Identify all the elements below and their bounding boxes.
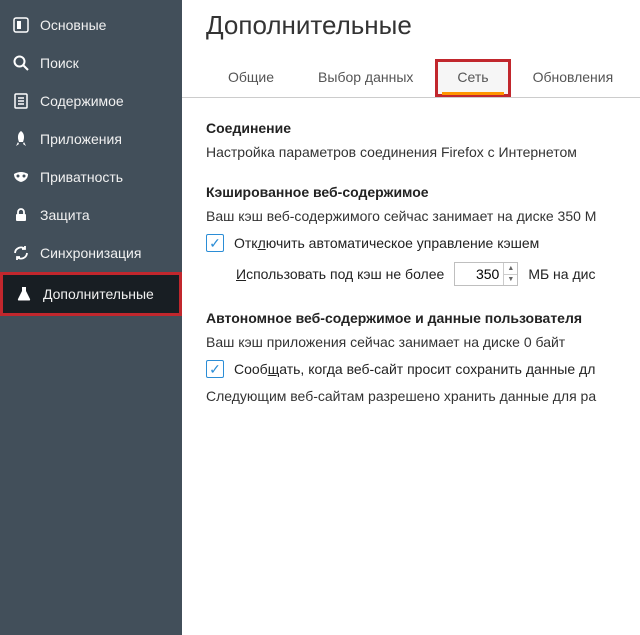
notify-offline-checkbox[interactable]: ✓ — [206, 360, 224, 378]
switch-icon — [12, 16, 30, 34]
sidebar-item-content[interactable]: Содержимое — [0, 82, 182, 120]
section-cache: Кэшированное веб-содержимое Ваш кэш веб-… — [206, 184, 640, 286]
section-title: Автономное веб-содержимое и данные польз… — [206, 310, 640, 326]
lock-icon — [12, 206, 30, 224]
sidebar-item-label: Основные — [40, 17, 106, 33]
sidebar-item-search[interactable]: Поиск — [0, 44, 182, 82]
search-icon — [12, 54, 30, 72]
section-title: Соединение — [206, 120, 640, 136]
section-title: Кэшированное веб-содержимое — [206, 184, 640, 200]
cache-usage-text: Ваш кэш веб-содержимого сейчас занимает … — [206, 208, 640, 224]
page-title: Дополнительные — [182, 4, 640, 59]
sidebar-item-privacy[interactable]: Приватность — [0, 158, 182, 196]
cache-limit-spinner: ▲ ▼ — [503, 263, 517, 285]
cache-limit-label: Использовать под кэш не более — [236, 266, 444, 282]
sidebar-item-label: Защита — [40, 207, 90, 223]
notify-offline-row: ✓ Сообщать, когда веб-сайт просит сохран… — [206, 360, 640, 378]
section-text: Настройка параметров соединения Firefox … — [206, 144, 640, 160]
document-icon — [12, 92, 30, 110]
main-panel: Дополнительные Общие Выбор данных Сеть О… — [182, 0, 640, 635]
tab-network[interactable]: Сеть — [435, 59, 510, 97]
sidebar-item-advanced[interactable]: Дополнительные — [0, 272, 182, 316]
sidebar-item-label: Приложения — [40, 131, 122, 147]
rocket-icon — [12, 130, 30, 148]
disable-auto-cache-label: Отключить автоматическое управление кэше… — [234, 235, 539, 251]
cache-limit-input-wrap: ▲ ▼ — [454, 262, 518, 286]
section-connection: Соединение Настройка параметров соединен… — [206, 120, 640, 160]
section-offline: Автономное веб-содержимое и данные польз… — [206, 310, 640, 404]
sidebar-item-label: Синхронизация — [40, 245, 141, 261]
offline-usage-text: Ваш кэш приложения сейчас занимает на ди… — [206, 334, 640, 350]
tab-general[interactable]: Общие — [206, 59, 296, 97]
sidebar-item-label: Содержимое — [40, 93, 124, 109]
sidebar-item-sync[interactable]: Синхронизация — [0, 234, 182, 272]
tabs: Общие Выбор данных Сеть Обновления — [182, 59, 640, 98]
mask-icon — [12, 168, 30, 186]
content: Соединение Настройка параметров соединен… — [182, 98, 640, 404]
sidebar-item-applications[interactable]: Приложения — [0, 120, 182, 158]
cache-limit-row: Использовать под кэш не более ▲ ▼ МБ на … — [236, 262, 640, 286]
sync-icon — [12, 244, 30, 262]
sidebar: Основные Поиск Содержимое Приложения При… — [0, 0, 182, 635]
sidebar-item-security[interactable]: Защита — [0, 196, 182, 234]
sidebar-item-label: Поиск — [40, 55, 79, 71]
spinner-down[interactable]: ▼ — [504, 275, 517, 286]
spinner-up[interactable]: ▲ — [504, 263, 517, 275]
disable-auto-cache-checkbox[interactable]: ✓ — [206, 234, 224, 252]
notify-offline-label: Сообщать, когда веб-сайт просит сохранит… — [234, 361, 595, 377]
disable-auto-cache-row: ✓ Отключить автоматическое управление кэ… — [206, 234, 640, 252]
flask-icon — [15, 285, 33, 303]
offline-allowed-text: Следующим веб-сайтам разрешено хранить д… — [206, 388, 640, 404]
tab-updates[interactable]: Обновления — [511, 59, 636, 97]
sidebar-item-label: Дополнительные — [43, 286, 154, 302]
tab-data-choices[interactable]: Выбор данных — [296, 59, 435, 97]
sidebar-item-label: Приватность — [40, 169, 123, 185]
cache-limit-unit: МБ на дис — [528, 266, 595, 282]
sidebar-item-general[interactable]: Основные — [0, 6, 182, 44]
